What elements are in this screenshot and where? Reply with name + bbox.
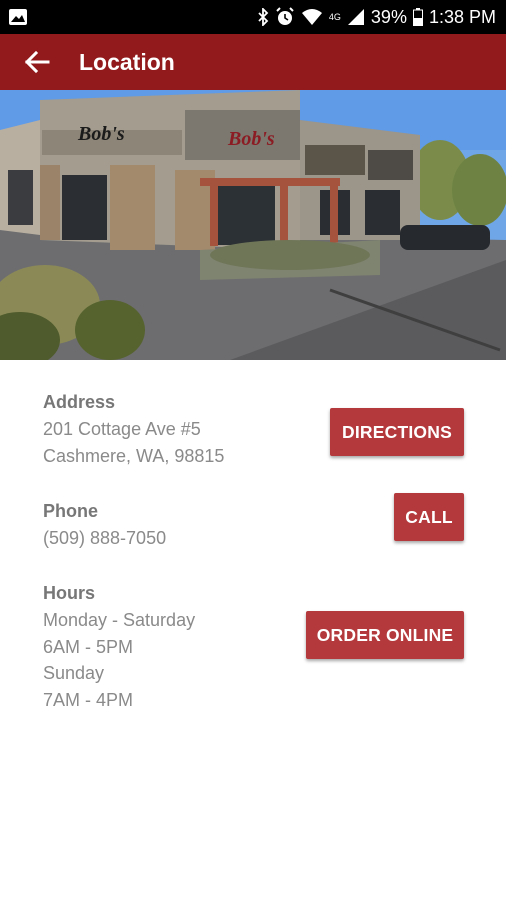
address-label: Address <box>43 392 116 412</box>
hours-time-sunday: 7AM - 4PM <box>43 690 134 710</box>
back-button[interactable] <box>22 48 52 76</box>
image-icon <box>8 8 28 31</box>
store-sign-right: Bob's <box>227 128 275 150</box>
phone-number[interactable]: (509) 888-7050 <box>43 525 166 552</box>
network-type: 4G <box>328 12 341 22</box>
directions-button[interactable]: DIRECTIONS <box>330 408 464 456</box>
order-online-button[interactable]: ORDER ONLINE <box>306 611 464 659</box>
hours-days-weekday: Monday - Saturday <box>43 610 196 630</box>
alarm-icon <box>275 7 295 27</box>
store-sign-left: Bob's <box>77 123 125 145</box>
arrow-left-icon <box>24 50 50 74</box>
phone-label: Phone <box>43 501 99 521</box>
hours-days-sunday: Sunday <box>43 663 105 683</box>
hours-label: Hours <box>43 583 96 603</box>
clock: 1:38 PM <box>428 6 496 27</box>
wifi-icon <box>301 8 323 26</box>
address-line-1: 201 Cottage Ave #5 <box>43 419 201 439</box>
hours-time-weekday: 6AM - 5PM <box>43 637 134 657</box>
location-photo: Bob's Bob's <box>0 90 506 360</box>
address-line-2: Cashmere, WA, 98815 <box>43 446 225 466</box>
signal-icon <box>347 8 365 26</box>
battery-percent: 39% <box>370 6 407 27</box>
bluetooth-icon <box>257 8 269 26</box>
app-bar: Location <box>0 34 506 90</box>
battery-icon <box>412 8 423 26</box>
call-button[interactable]: CALL <box>394 493 464 541</box>
status-bar: 4G 39% 1:38 PM <box>0 0 506 34</box>
page-title: Location <box>79 49 175 75</box>
